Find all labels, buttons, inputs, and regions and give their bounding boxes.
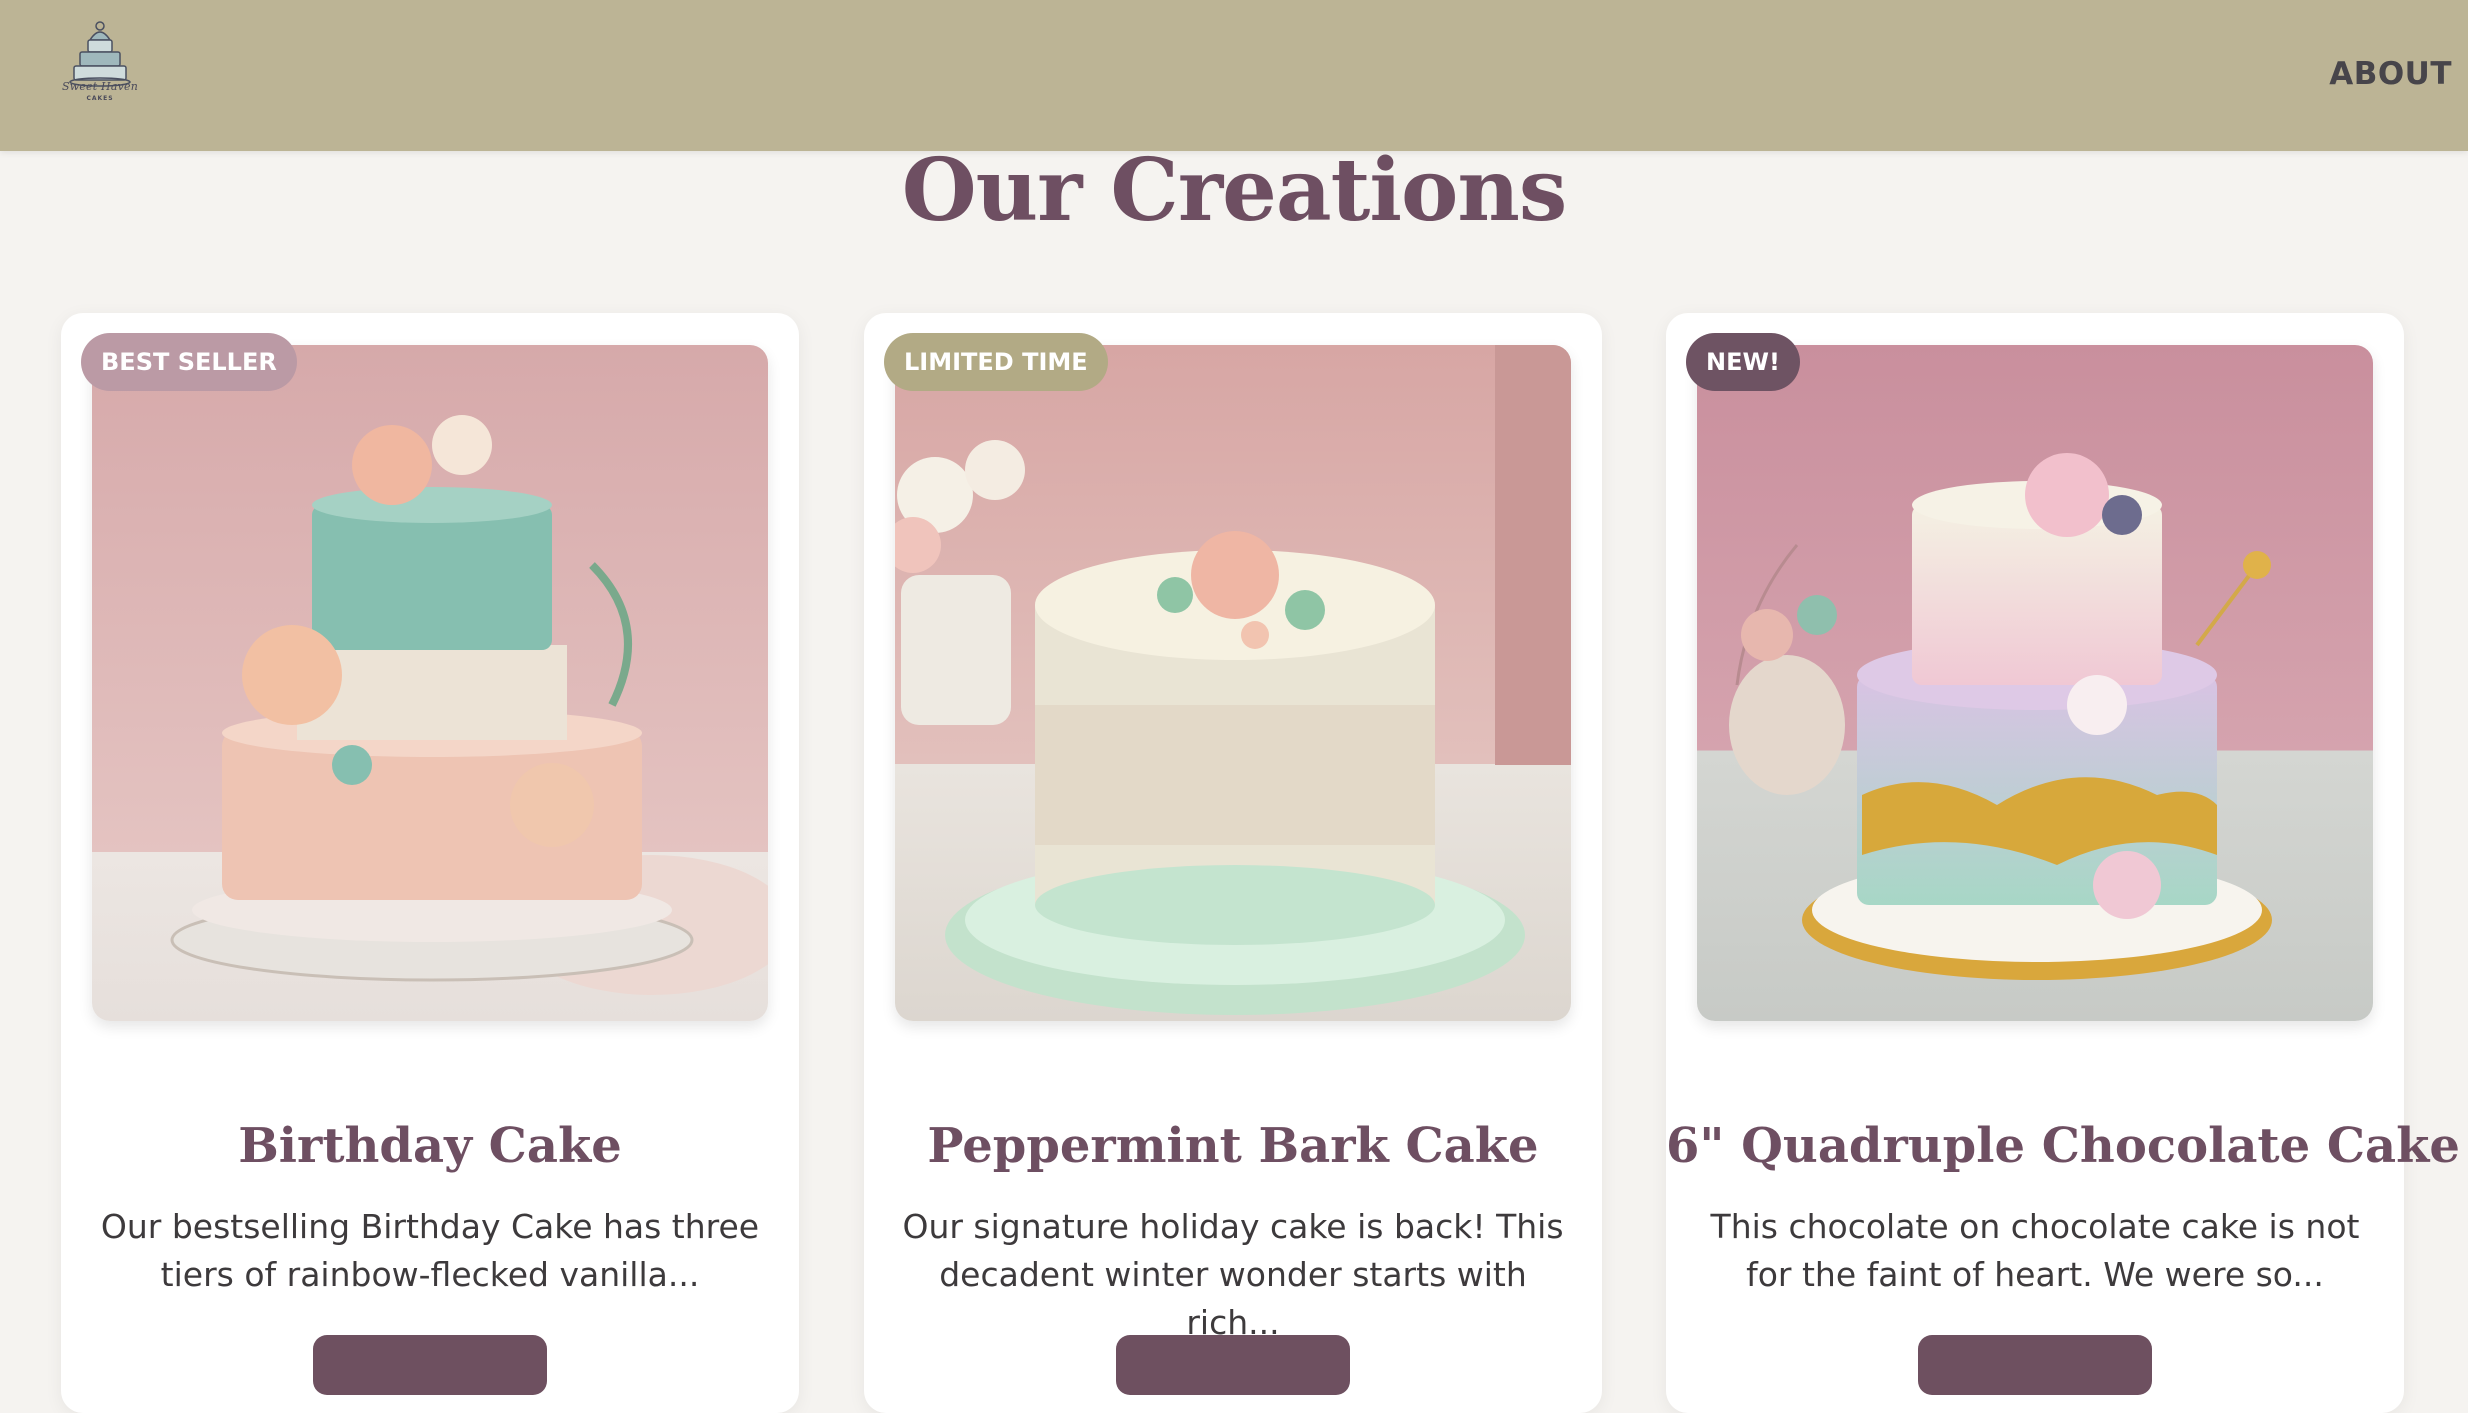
view-cake-button[interactable] — [1918, 1335, 2152, 1395]
badge-best-seller: BEST SELLER — [81, 333, 297, 391]
page-title: Our Creations — [901, 140, 1568, 241]
card-description: Our bestselling Birthday Cake has three … — [100, 1207, 760, 1294]
product-image[interactable] — [1697, 345, 2373, 1021]
site-header: Sweet Haven CAKES ABOUT — [0, 0, 2468, 151]
product-card-peppermint-bark-cake[interactable]: LIMITED TIME Peppermint Bark Cake Our si… — [864, 313, 1602, 1413]
product-card-quadruple-chocolate-cake[interactable]: NEW! 6" Quadruple Chocolate Cake This ch… — [1666, 313, 2460, 1413]
card-title[interactable]: 6" Quadruple Chocolate Cake — [1666, 1118, 2460, 1174]
badge-limited-time: LIMITED TIME — [884, 333, 1108, 391]
card-description: This chocolate on chocolate cake is not … — [1710, 1207, 2360, 1294]
card-title[interactable]: Birthday Cake — [61, 1118, 799, 1174]
view-cake-button[interactable] — [313, 1335, 547, 1395]
product-image[interactable] — [895, 345, 1571, 1021]
logo-subtext: CAKES — [86, 95, 114, 102]
card-title[interactable]: Peppermint Bark Cake — [864, 1118, 1602, 1174]
logo-text: Sweet Haven — [61, 80, 139, 93]
view-cake-button[interactable] — [1116, 1335, 1350, 1395]
nav-about-link[interactable]: ABOUT — [2329, 56, 2452, 92]
product-card-birthday-cake[interactable]: BEST SELLER Birthday Cake Our bestsellin… — [61, 313, 799, 1413]
cake-image-icon — [92, 345, 768, 1021]
badge-new: NEW! — [1686, 333, 1800, 391]
cake-image-icon — [1697, 345, 2373, 1021]
cake-image-icon — [895, 345, 1571, 1021]
product-image[interactable] — [92, 345, 768, 1021]
card-description: Our signature holiday cake is back! This… — [902, 1207, 1564, 1342]
